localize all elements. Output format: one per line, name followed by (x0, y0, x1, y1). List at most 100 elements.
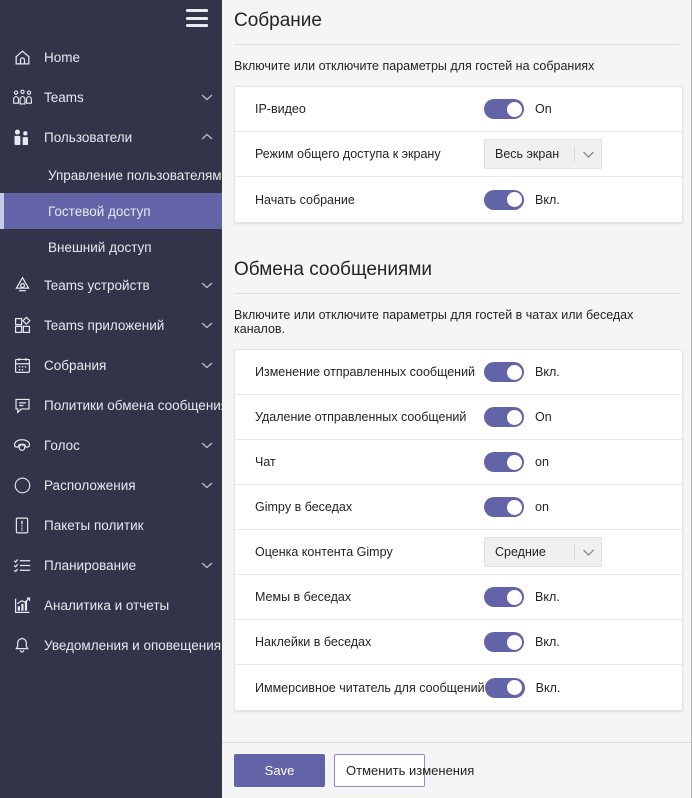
toggle-delete-sent-messages[interactable] (484, 407, 524, 427)
setting-row: Удаление отправленных сообщений On (235, 395, 682, 440)
toggle-state-label: On (535, 410, 552, 424)
setting-label: Оценка контента Gimpy (255, 545, 484, 559)
action-footer: Save Отменить изменения (222, 742, 691, 798)
chevron-down-icon[interactable] (192, 561, 222, 569)
toggle-giphy-in-conversations[interactable] (484, 497, 524, 517)
users-icon (0, 128, 44, 147)
sidebar-item-label: Teams приложений (44, 318, 192, 333)
home-icon (0, 48, 44, 67)
sidebar-item-analytics-reports[interactable]: Аналитика и отчеты (0, 585, 222, 625)
sidebar-item-meetings[interactable]: Собрания (0, 345, 222, 385)
section-messaging: Обмена сообщениями Включите или отключит… (222, 249, 691, 711)
chevron-down-icon[interactable] (192, 481, 222, 489)
sidebar-item-label: Управление пользователями (44, 168, 222, 183)
select-divider (574, 146, 575, 162)
sidebar-item-label: Уведомления и оповещения (44, 638, 222, 653)
chevron-down-icon[interactable] (192, 361, 222, 369)
sidebar-item-notifications-alerts[interactable]: Уведомления и оповещения (0, 625, 222, 665)
sidebar-item-voice[interactable]: Голос (0, 425, 222, 465)
chevron-down-icon[interactable] (192, 441, 222, 449)
toggle-state-label: Вкл. (536, 681, 561, 695)
setting-row: Мемы в беседах Вкл. (235, 575, 682, 620)
sidebar-item-messaging-policies[interactable]: Политики обмена сообщениями (0, 385, 222, 425)
calendar-icon (0, 356, 44, 375)
setting-row: Режим общего доступа к экрану Весь экран (235, 132, 682, 177)
chevron-down-icon[interactable] (192, 281, 222, 289)
main-content: Собрание Включите или отключите параметр… (222, 0, 691, 798)
hamburger-bar (186, 17, 208, 20)
save-button[interactable]: Save (234, 754, 325, 787)
chevron-down-icon (582, 548, 595, 557)
settings-card-messaging: Изменение отправленных сообщений Вкл. Уд… (234, 349, 683, 711)
chevron-down-icon[interactable] (192, 321, 222, 329)
toggle-knob (507, 192, 522, 207)
toggle-memes-in-conversations[interactable] (484, 587, 524, 607)
setting-row: IP-видео On (235, 87, 682, 132)
sidebar-item-planning[interactable]: Планирование (0, 545, 222, 585)
chevron-down-icon[interactable] (192, 93, 222, 101)
cancel-button[interactable] (334, 754, 425, 787)
globe-icon (0, 476, 44, 495)
sidebar-item-label: Аналитика и отчеты (44, 598, 222, 613)
sidebar-item-label: Планирование (44, 558, 192, 573)
sidebar-item-label: Политики обмена сообщениями (44, 398, 222, 413)
sidebar-item-external-access[interactable]: Внешний доступ (0, 229, 222, 265)
setting-label: Режим общего доступа к экрану (255, 147, 484, 161)
toggle-stickers-in-conversations[interactable] (484, 632, 524, 652)
setting-row: Чат on (235, 440, 682, 485)
phone-icon (0, 436, 44, 455)
analytics-icon (0, 596, 44, 615)
setting-label: Иммерсивное читатель для сообщений (255, 681, 485, 695)
sidebar-item-locations[interactable]: Расположения (0, 465, 222, 505)
toggle-immersive-reader[interactable] (485, 678, 525, 698)
toggle-ip-video[interactable] (484, 99, 524, 119)
setting-control: Вкл. (484, 190, 682, 210)
teams-icon (0, 88, 44, 107)
sidebar-item-guest-access[interactable]: Гостевой доступ (0, 193, 222, 229)
toggle-start-meeting[interactable] (484, 190, 524, 210)
hamburger-icon[interactable] (186, 9, 208, 27)
toggle-state-label: Вкл. (535, 635, 560, 649)
setting-control: on (484, 497, 682, 517)
toggle-state-label: On (535, 102, 552, 116)
sidebar-item-users[interactable]: Пользователи (0, 117, 222, 157)
toggle-edit-sent-messages[interactable] (484, 362, 524, 382)
select-giphy-content-rating[interactable]: Средние (484, 537, 602, 567)
setting-label: IP-видео (255, 102, 484, 116)
setting-label: Мемы в беседах (255, 590, 484, 604)
sidebar-item-label: Внешний доступ (44, 240, 222, 255)
apps-icon (0, 316, 44, 335)
setting-label: Удаление отправленных сообщений (255, 410, 484, 424)
toggle-chat[interactable] (484, 452, 524, 472)
sidebar-item-user-management[interactable]: Управление пользователями (0, 157, 222, 193)
hamburger-bar (186, 24, 208, 27)
setting-row: Оценка контента Gimpy Средние (235, 530, 682, 575)
devices-icon (0, 276, 44, 295)
planning-icon (0, 556, 44, 575)
setting-control: On (484, 407, 682, 427)
sidebar-item-label: Голос (44, 438, 192, 453)
select-screen-sharing-mode[interactable]: Весь экран (484, 139, 602, 169)
sidebar-item-label: Пакеты политик (44, 518, 222, 533)
toggle-knob (507, 680, 522, 695)
select-value: Средние (495, 545, 574, 559)
toggle-state-label: Вкл. (535, 193, 560, 207)
sidebar-item-teams-devices[interactable]: Teams устройств (0, 265, 222, 305)
setting-row: Изменение отправленных сообщений Вкл. (235, 350, 682, 395)
section-meeting: Собрание Включите или отключите параметр… (222, 0, 691, 223)
sidebar-item-home[interactable]: Home (0, 37, 222, 77)
sidebar: Home Teams (0, 0, 222, 798)
toggle-knob (507, 455, 522, 470)
sidebar-item-label: Собрания (44, 358, 192, 373)
sidebar-item-teams-apps[interactable]: Teams приложений (0, 305, 222, 345)
sidebar-item-teams[interactable]: Teams (0, 77, 222, 117)
setting-label: Чат (255, 455, 484, 469)
sidebar-nav: Home Teams (0, 37, 222, 665)
toggle-knob (507, 500, 522, 515)
toggle-state-label: on (535, 455, 549, 469)
sidebar-item-label: Home (44, 50, 192, 65)
chevron-up-icon[interactable] (192, 133, 222, 141)
sidebar-item-policy-packages[interactable]: Пакеты политик (0, 505, 222, 545)
bell-icon (0, 636, 44, 655)
setting-label: Изменение отправленных сообщений (255, 365, 484, 379)
